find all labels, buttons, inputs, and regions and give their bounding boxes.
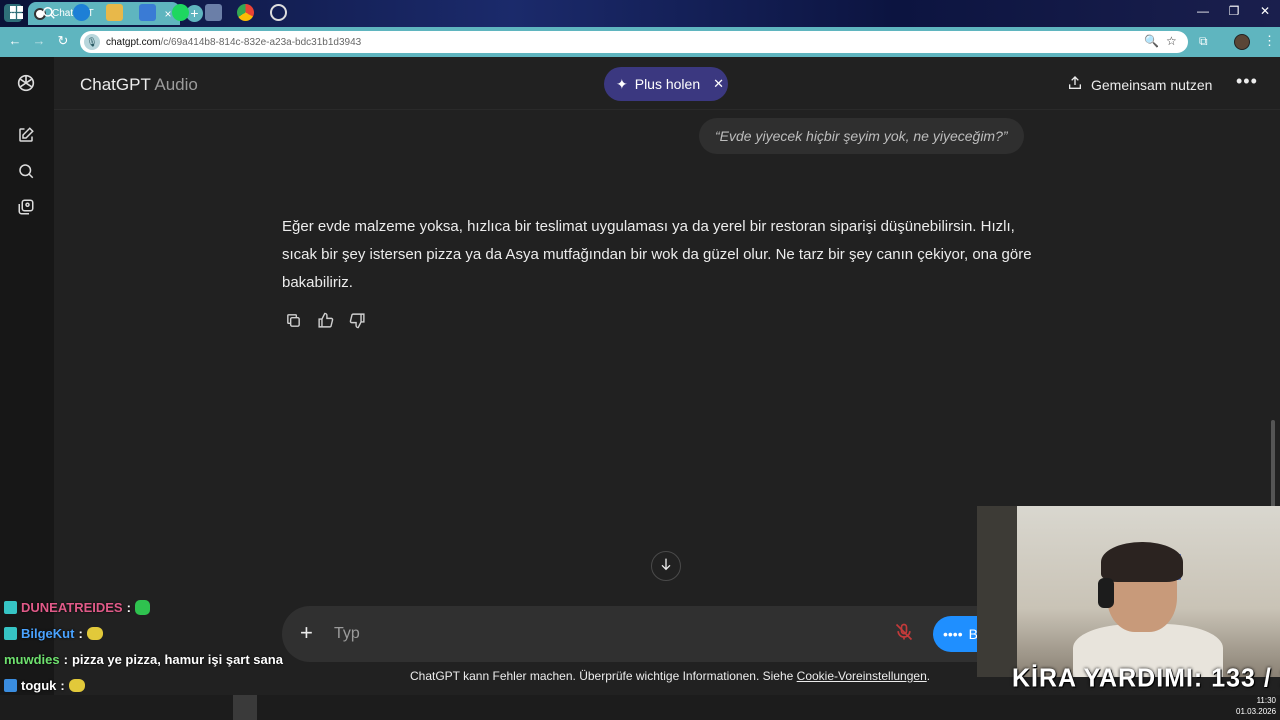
disclaimer: ChatGPT kann Fehler machen. Überprüfe wi… <box>410 669 931 683</box>
share-label: Gemeinsam nutzen <box>1091 76 1213 93</box>
obs-icon[interactable] <box>270 4 287 21</box>
upgrade-plus-button[interactable]: ✦ Plus holen ✕ <box>604 67 728 101</box>
spotify-icon[interactable] <box>172 4 189 21</box>
thumbs-down-icon[interactable] <box>346 309 368 331</box>
share-button[interactable]: Gemeinsam nutzen <box>1067 75 1212 94</box>
message-input[interactable] <box>334 622 874 646</box>
model-selector[interactable]: ChatGPT Audio <box>80 75 198 95</box>
upgrade-plus-label: Plus holen <box>634 76 701 92</box>
mic-site-icon[interactable]: 🎙 <box>84 34 100 50</box>
images-icon[interactable] <box>15 196 37 218</box>
minimize-icon[interactable]: — <box>1188 4 1218 18</box>
chat-badge-icon <box>4 679 17 692</box>
chat-username: BilgeKut <box>21 626 75 641</box>
emote-icon <box>68 679 85 692</box>
address-bar[interactable]: 🎙 chatgpt.com/c/69a414b8-814c-832e-a23a-… <box>80 31 1188 53</box>
taskbar <box>0 695 1280 720</box>
ellipsis-icon[interactable]: ••• <box>1236 71 1258 92</box>
assistant-message: Eğer evde malzeme yoksa, hızlıca bir tes… <box>282 218 1032 291</box>
tab-title: ChatGPT <box>52 8 136 19</box>
calculator-icon[interactable] <box>205 4 222 21</box>
mic-off-icon[interactable] <box>894 622 914 647</box>
store-icon[interactable] <box>139 4 156 21</box>
pencil-square-icon[interactable] <box>15 124 37 146</box>
chat-badge-icon <box>4 601 17 614</box>
rent-help-counter: KİRA YARDIMI: 133 / 135 <box>1012 663 1280 693</box>
restore-icon[interactable]: ❐ <box>1219 4 1249 18</box>
file-explorer-icon[interactable] <box>106 4 123 21</box>
profile-avatar[interactable] <box>1234 34 1250 50</box>
search-icon[interactable] <box>15 160 37 182</box>
bookmark-star-icon[interactable]: ☆ <box>1166 34 1177 48</box>
composer: + •••• Be <box>282 606 1062 662</box>
system-clock: 11:30 01.03.2026 <box>1236 696 1277 716</box>
extensions-icon[interactable]: ⧉ <box>1199 34 1208 49</box>
chat-username: muwdies <box>4 652 60 667</box>
browser-toolbar: ← → ↻ 🎙 chatgpt.com/c/69a414b8-814c-832e… <box>0 27 1280 57</box>
message-actions <box>282 309 368 331</box>
upload-icon <box>1067 75 1083 94</box>
emote-icon <box>134 600 150 615</box>
arrow-down-icon <box>658 556 674 577</box>
windows-start-icon[interactable] <box>8 4 25 21</box>
stream-chat-line: muwdies : pizza ye pizza, hamur işi şart… <box>4 652 283 667</box>
audio-wave-icon: •••• <box>943 626 963 642</box>
window-close-icon[interactable]: ✕ <box>1250 4 1280 18</box>
chrome-icon[interactable] <box>237 4 254 21</box>
browser-tab-bar: ⌄ ChatGPT × + — ❐ ✕ <box>0 0 1280 27</box>
attach-plus-icon[interactable]: + <box>300 620 313 646</box>
edge-icon[interactable] <box>73 4 90 21</box>
headset-icon <box>1098 578 1114 608</box>
url-text: chatgpt.com/c/69a414b8-814c-832e-a23a-bd… <box>106 36 362 48</box>
zoom-icon[interactable]: 🔍 <box>1144 34 1159 48</box>
webcam-overlay <box>977 506 1280 677</box>
copy-icon[interactable] <box>282 309 304 331</box>
scroll-down-button[interactable] <box>651 551 681 581</box>
chat-username: toguk <box>21 678 57 693</box>
sparkle-icon: ✦ <box>616 75 628 92</box>
openai-logo-icon[interactable] <box>15 72 37 94</box>
stream-chat-line: BilgeKut : <box>4 626 103 641</box>
chat-username: DUNEATREIDES <box>21 600 123 615</box>
header: ChatGPT Audio ✦ Plus holen ✕ Gemeinsam n… <box>54 57 1280 110</box>
forward-icon[interactable]: → <box>30 33 48 48</box>
user-message: “Evde yiyecek hiçbir şeyim yok, ne yiyec… <box>699 118 1024 154</box>
dismiss-icon[interactable]: ✕ <box>713 76 724 92</box>
emote-icon <box>86 627 103 640</box>
browser-menu-icon[interactable]: ⋮ <box>1263 33 1276 49</box>
thumbs-up-icon[interactable] <box>314 309 336 331</box>
stream-chat-line: toguk : <box>4 678 85 693</box>
chat-message: pizza ye pizza, hamur işi şart sana <box>71 652 283 667</box>
stream-chat-line: DUNEATREIDES : <box>4 600 150 615</box>
cookie-settings-link[interactable]: Cookie-Voreinstellungen <box>797 669 927 683</box>
taskbar-search-icon[interactable] <box>40 4 57 21</box>
back-icon[interactable]: ← <box>6 33 24 48</box>
chat-badge-icon <box>4 627 17 640</box>
reload-icon[interactable]: ↻ <box>54 33 72 49</box>
